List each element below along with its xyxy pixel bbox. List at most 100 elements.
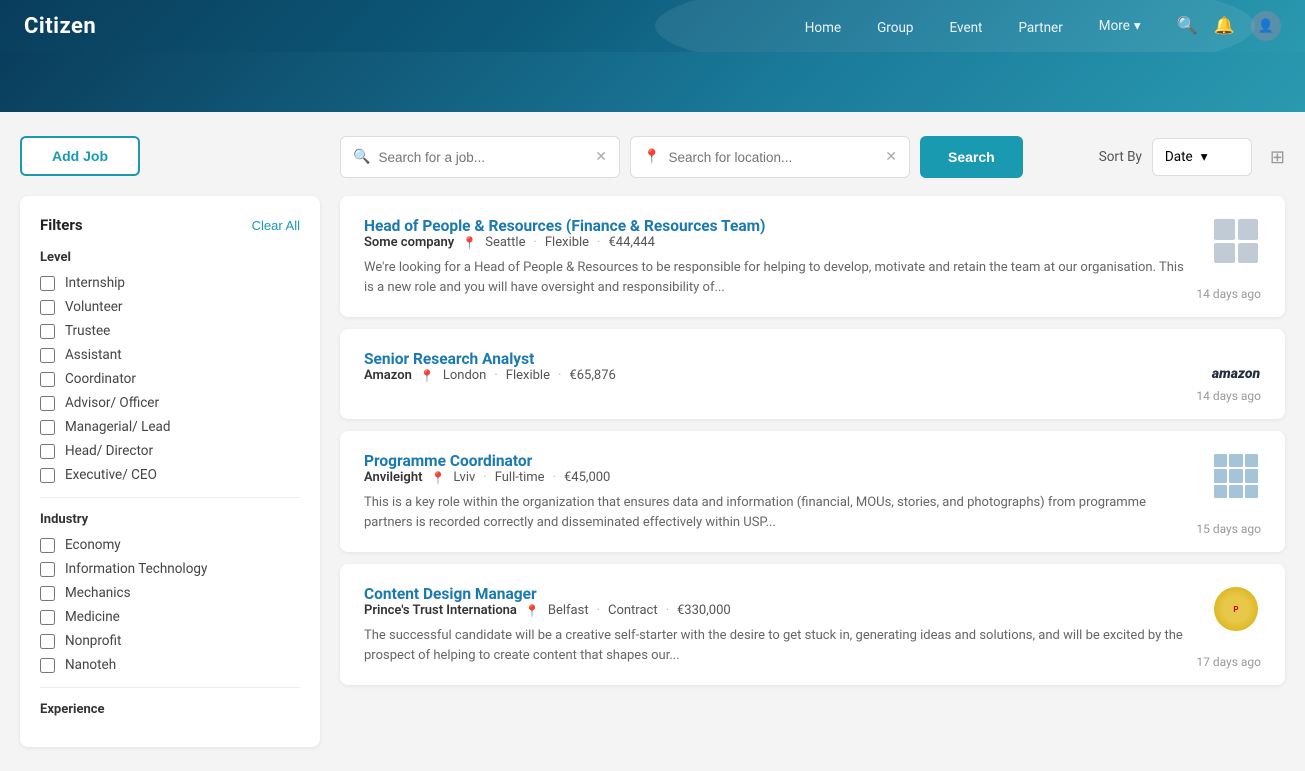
economy-checkbox[interactable] bbox=[40, 538, 55, 553]
sort-select-value: Date bbox=[1165, 149, 1193, 165]
job-location: Belfast bbox=[548, 603, 589, 618]
job-card: Senior Research Analyst Amazon 📍 London … bbox=[340, 329, 1285, 419]
filter-item-assistant[interactable]: Assistant bbox=[40, 347, 300, 363]
managerial-checkbox[interactable] bbox=[40, 420, 55, 435]
nav-home[interactable]: Home bbox=[805, 20, 841, 36]
nav-more-label: More bbox=[1099, 18, 1130, 34]
search-icon-button[interactable]: 🔍 bbox=[1177, 16, 1198, 36]
it-label: Information Technology bbox=[65, 561, 207, 577]
head-director-checkbox[interactable] bbox=[40, 444, 55, 459]
filter-item-trustee[interactable]: Trustee bbox=[40, 323, 300, 339]
nav-event[interactable]: Event bbox=[949, 20, 982, 36]
job-card: Head of People & Resources (Finance & Re… bbox=[340, 196, 1285, 317]
filter-item-economy[interactable]: Economy bbox=[40, 537, 300, 553]
internship-checkbox[interactable] bbox=[40, 276, 55, 291]
nanoteh-label: Nanoteh bbox=[65, 657, 116, 673]
notification-icon-button[interactable]: 🔔 bbox=[1214, 16, 1235, 36]
nav-more-dropdown[interactable]: More ▾ bbox=[1099, 18, 1141, 34]
job-company: Anvileight bbox=[364, 470, 422, 485]
job-search-input-wrap: 🔍 ✕ bbox=[340, 136, 620, 178]
grid-view-button[interactable]: ⊞ bbox=[1270, 147, 1285, 168]
search-button[interactable]: Search bbox=[920, 136, 1023, 178]
job-salary: €65,876 bbox=[569, 368, 615, 383]
filter-item-head-director[interactable]: Head/ Director bbox=[40, 443, 300, 459]
page-layout: Add Job Filters Clear All Level Internsh… bbox=[0, 112, 1305, 771]
job-card-content: Head of People & Resources (Finance & Re… bbox=[364, 216, 1195, 297]
nonprofit-checkbox[interactable] bbox=[40, 634, 55, 649]
job-date: 14 days ago bbox=[1196, 287, 1261, 301]
filters-header: Filters Clear All bbox=[40, 216, 300, 234]
location-pin-icon: 📍 bbox=[525, 604, 540, 618]
sort-wrap: Sort By Date ▾ bbox=[1099, 138, 1252, 176]
executive-checkbox[interactable] bbox=[40, 468, 55, 483]
level-section-title: Level bbox=[40, 250, 300, 265]
site-logo[interactable]: Citizen bbox=[24, 14, 96, 39]
job-description: The successful candidate will be a creat… bbox=[364, 626, 1195, 665]
job-tag: Flexible bbox=[545, 235, 589, 250]
filter-divider-1 bbox=[40, 497, 300, 498]
filters-title: Filters bbox=[40, 216, 83, 234]
location-search-clear-icon[interactable]: ✕ bbox=[885, 149, 897, 165]
job-search-clear-icon[interactable]: ✕ bbox=[595, 149, 607, 165]
advisor-label: Advisor/ Officer bbox=[65, 395, 159, 411]
job-logo: P bbox=[1211, 584, 1261, 634]
internship-label: Internship bbox=[65, 275, 125, 291]
location-pin-icon: 📍 bbox=[420, 369, 435, 383]
filter-item-mechanics[interactable]: Mechanics bbox=[40, 585, 300, 601]
managerial-label: Managerial/ Lead bbox=[65, 419, 170, 435]
job-tag: Full-time bbox=[495, 470, 545, 485]
volunteer-checkbox[interactable] bbox=[40, 300, 55, 315]
job-salary: €44,444 bbox=[609, 235, 655, 250]
medicine-checkbox[interactable] bbox=[40, 610, 55, 625]
job-title[interactable]: Head of People & Resources (Finance & Re… bbox=[364, 217, 766, 235]
job-card: Content Design Manager Prince's Trust In… bbox=[340, 564, 1285, 685]
job-salary: €45,000 bbox=[564, 470, 610, 485]
add-job-button[interactable]: Add Job bbox=[20, 136, 140, 176]
job-location: Lviv bbox=[453, 470, 475, 485]
job-meta: Amazon 📍 London · Flexible · €65,876 bbox=[364, 368, 1195, 383]
advisor-checkbox[interactable] bbox=[40, 396, 55, 411]
coordinator-label: Coordinator bbox=[65, 371, 136, 387]
filter-item-nonprofit[interactable]: Nonprofit bbox=[40, 633, 300, 649]
clear-all-button[interactable]: Clear All bbox=[252, 218, 300, 233]
filter-item-nanoteh[interactable]: Nanoteh bbox=[40, 657, 300, 673]
avatar[interactable]: 👤 bbox=[1251, 11, 1281, 41]
assistant-checkbox[interactable] bbox=[40, 348, 55, 363]
it-checkbox[interactable] bbox=[40, 562, 55, 577]
mechanics-checkbox[interactable] bbox=[40, 586, 55, 601]
filter-item-managerial[interactable]: Managerial/ Lead bbox=[40, 419, 300, 435]
sort-select-dropdown[interactable]: Date ▾ bbox=[1152, 138, 1252, 176]
main-content: 🔍 ✕ 📍 ✕ Search Sort By Date ▾ ⊞ bbox=[340, 136, 1285, 747]
nonprofit-label: Nonprofit bbox=[65, 633, 121, 649]
filter-item-coordinator[interactable]: Coordinator bbox=[40, 371, 300, 387]
coordinator-checkbox[interactable] bbox=[40, 372, 55, 387]
job-title[interactable]: Content Design Manager bbox=[364, 585, 537, 603]
job-search-icon: 🔍 bbox=[353, 149, 370, 165]
trustee-checkbox[interactable] bbox=[40, 324, 55, 339]
job-location: Seattle bbox=[485, 235, 525, 250]
head-director-label: Head/ Director bbox=[65, 443, 153, 459]
filters-panel: Filters Clear All Level Internship Volun… bbox=[20, 196, 320, 747]
filter-item-internship[interactable]: Internship bbox=[40, 275, 300, 291]
job-company: Amazon bbox=[364, 368, 412, 383]
filter-item-volunteer[interactable]: Volunteer bbox=[40, 299, 300, 315]
job-salary: €330,000 bbox=[677, 603, 731, 618]
filter-item-medicine[interactable]: Medicine bbox=[40, 609, 300, 625]
job-card-content: Senior Research Analyst Amazon 📍 London … bbox=[364, 349, 1195, 391]
nanoteh-checkbox[interactable] bbox=[40, 658, 55, 673]
chevron-down-icon: ▾ bbox=[1134, 18, 1141, 34]
job-title[interactable]: Programme Coordinator bbox=[364, 452, 532, 470]
job-search-input[interactable] bbox=[378, 150, 595, 165]
nav-partner[interactable]: Partner bbox=[1018, 20, 1062, 36]
pringles-logo-icon: P bbox=[1214, 587, 1258, 631]
filter-item-executive[interactable]: Executive/ CEO bbox=[40, 467, 300, 483]
job-card-content: Content Design Manager Prince's Trust In… bbox=[364, 584, 1195, 665]
job-title[interactable]: Senior Research Analyst bbox=[364, 350, 534, 368]
nav-group[interactable]: Group bbox=[877, 20, 913, 36]
filter-item-it[interactable]: Information Technology bbox=[40, 561, 300, 577]
filter-item-advisor[interactable]: Advisor/ Officer bbox=[40, 395, 300, 411]
location-search-input[interactable] bbox=[668, 150, 885, 165]
level-filter-list: Internship Volunteer Trustee Assistant C… bbox=[40, 275, 300, 483]
job-logo bbox=[1211, 451, 1261, 501]
navigation: Citizen Home Group Event Partner More ▾ … bbox=[0, 0, 1305, 52]
